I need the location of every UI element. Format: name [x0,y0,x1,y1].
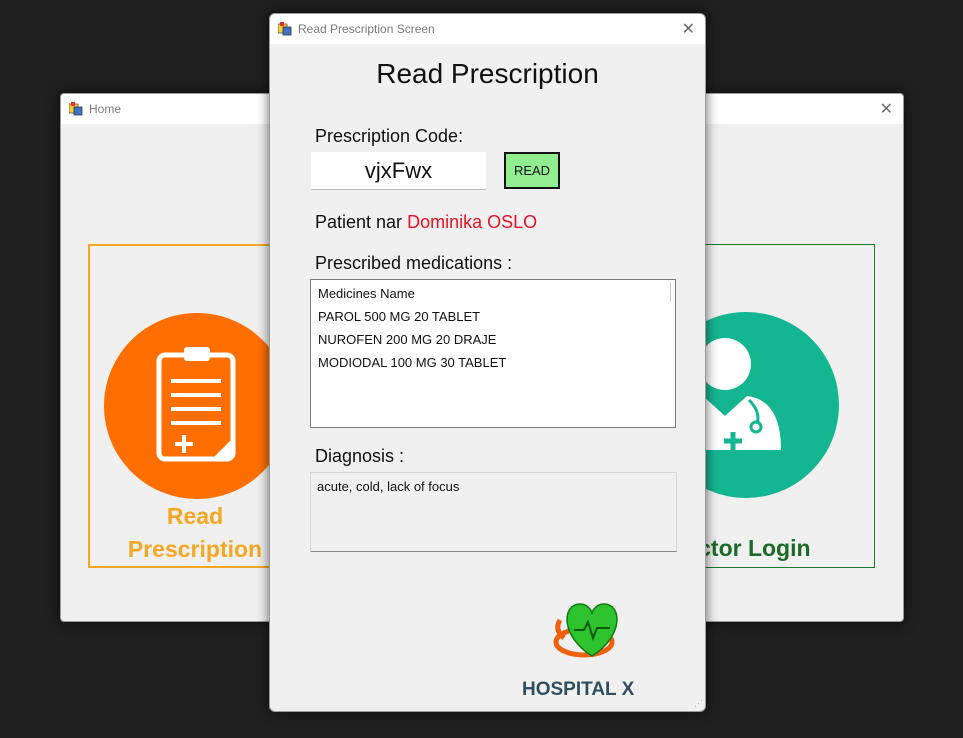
prescription-titlebar[interactable]: Read Prescription Screen ✕ [270,14,705,44]
read-prescription-card[interactable]: Read Prescription [88,244,298,568]
read-prescription-window: Read Prescription Screen ✕ Read Prescrip… [269,13,706,712]
hospital-logo-icon [553,603,618,658]
prescription-window-title: Read Prescription Screen [298,22,435,36]
prescription-code-input[interactable] [311,152,486,190]
list-scrollbar[interactable] [670,282,671,302]
list-item[interactable]: MODIODAL 100 MG 30 TABLET [318,355,506,370]
diagnosis-label: Diagnosis : [315,446,405,466]
list-item[interactable]: PAROL 500 MG 20 TABLET [318,309,480,324]
clipboard-icon [156,347,236,462]
home-title: Home [89,102,122,116]
page-title: Read Prescription [376,58,599,89]
resize-grip-icon[interactable]: ⋰ [694,698,703,709]
medications-header: Medicines Name [318,286,415,301]
app-icon [69,102,83,116]
patient-prefix: Patient nar [315,212,403,232]
diagnosis-text: acute, cold, lack of focus [317,479,460,494]
medications-list[interactable]: Medicines Name PAROL 500 MG 20 TABLET NU… [310,279,676,428]
read-button[interactable]: READ [504,152,560,189]
prescription-code-label: Prescription Code: [315,126,464,146]
patient-line: Patient nar Dominika OSLO [315,212,537,233]
hospital-name: HOSPITAL X [522,679,635,700]
app-icon [278,22,292,36]
patient-name: Dominika OSLO [407,212,538,232]
read-prescription-circle [104,313,290,499]
list-item[interactable]: NUROFEN 200 MG 20 DRAJE [318,332,496,347]
close-icon[interactable]: ✕ [682,19,695,39]
diagnosis-field[interactable]: acute, cold, lack of focus [310,472,677,552]
close-icon[interactable]: ✕ [880,99,893,119]
medications-label: Prescribed medications : [315,253,513,273]
